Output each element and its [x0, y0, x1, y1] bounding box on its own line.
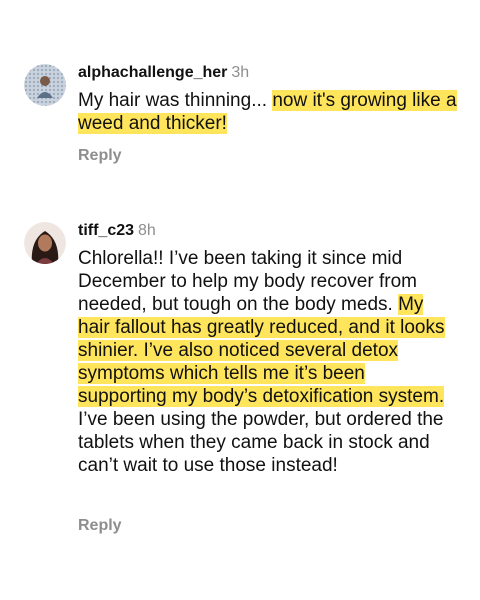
user-avatar-icon[interactable] [24, 222, 66, 264]
comment-text-plain: I’ve been using the powder, but ordered … [78, 409, 444, 476]
timestamp: 3h [231, 64, 250, 81]
user-avatar-icon[interactable] [24, 64, 66, 106]
reply-button[interactable]: Reply [78, 517, 122, 535]
timestamp: 8h [138, 222, 156, 239]
comment-text: My hair was thinning... now it's growing… [78, 89, 458, 135]
reply-button[interactable]: Reply [78, 147, 122, 165]
comment-meta: tiff_c23 8h [78, 221, 156, 241]
username[interactable]: alphachallenge_her [78, 64, 227, 81]
comment-text: Chlorella!! I’ve been taking it since mi… [78, 247, 458, 477]
comment-meta: alphachallenge_her 3h [78, 63, 249, 83]
username[interactable]: tiff_c23 [78, 222, 134, 239]
comment-text-plain: My hair was thinning... [78, 90, 273, 111]
comment-text-plain: Chlorella!! I’ve been taking it since mi… [78, 248, 417, 315]
